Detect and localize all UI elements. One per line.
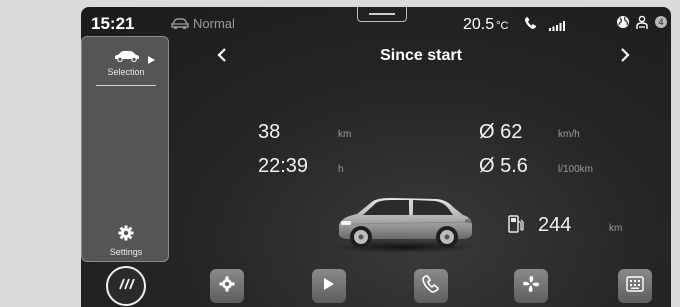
average-speed-unit: km/h: [558, 129, 580, 140]
average-consumption-unit: l/100km: [558, 164, 594, 175]
range-unit: km: [609, 223, 623, 234]
average-consumption-value: Ø 5.6: [479, 155, 528, 177]
home-button[interactable]: [106, 266, 146, 306]
average-speed-value: Ø 62: [479, 121, 523, 143]
previous-page-chevron-icon[interactable]: [217, 47, 227, 68]
side-panel: Selection Settings: [81, 36, 169, 262]
selection-button[interactable]: Selection: [82, 45, 170, 86]
signal-icon: [549, 18, 567, 36]
settings-icon: [219, 276, 235, 297]
top-handle-icon[interactable]: [357, 7, 407, 22]
notification-badge[interactable]: 4: [655, 16, 667, 28]
selection-underline: [96, 85, 156, 86]
trip-time-unit: h: [338, 164, 344, 175]
play-icon: [323, 277, 335, 296]
trip-time-value: 22:39: [258, 155, 309, 177]
phone-icon: [422, 274, 440, 298]
next-page-chevron-icon[interactable]: [620, 47, 630, 68]
fan-icon: [522, 275, 540, 298]
dock-climate-button[interactable]: [514, 269, 548, 303]
drive-mode-label: Normal: [193, 16, 235, 31]
car-icon: [171, 17, 189, 32]
globe-icon: [616, 15, 630, 34]
phone-icon: [524, 16, 538, 35]
temperature-unit: °C: [496, 20, 509, 32]
infotainment-screen: 15:21 Normal 20.5 °C 4 Selection Setting…: [81, 7, 671, 307]
range-value: 244: [538, 214, 572, 236]
fuel-pump-icon: [508, 215, 524, 238]
dock-settings-button[interactable]: [210, 269, 244, 303]
dock-media-button[interactable]: [312, 269, 346, 303]
gear-icon: [118, 225, 134, 246]
status-bar: 15:21 Normal 20.5 °C 4: [81, 7, 671, 37]
outside-temperature: 20.5 °C: [463, 16, 508, 34]
distance-unit: km: [338, 129, 352, 140]
car-image: [329, 191, 479, 258]
selection-label: Selection: [107, 67, 145, 77]
home-icon: [117, 277, 135, 295]
distance-value: 38: [258, 121, 281, 143]
keyboard-icon: [626, 275, 644, 297]
car-icon: [114, 49, 140, 67]
page-title: Since start: [380, 47, 462, 64]
dock-phone-button[interactable]: [414, 269, 448, 303]
person-icon: [635, 15, 649, 35]
temperature-value: 20.5: [463, 16, 495, 33]
settings-label: Settings: [109, 247, 143, 257]
dock-keyboard-button[interactable]: [618, 269, 652, 303]
drive-mode-indicator[interactable]: Normal: [171, 16, 235, 32]
clock: 15:21: [91, 14, 135, 33]
settings-button[interactable]: Settings: [82, 225, 170, 263]
